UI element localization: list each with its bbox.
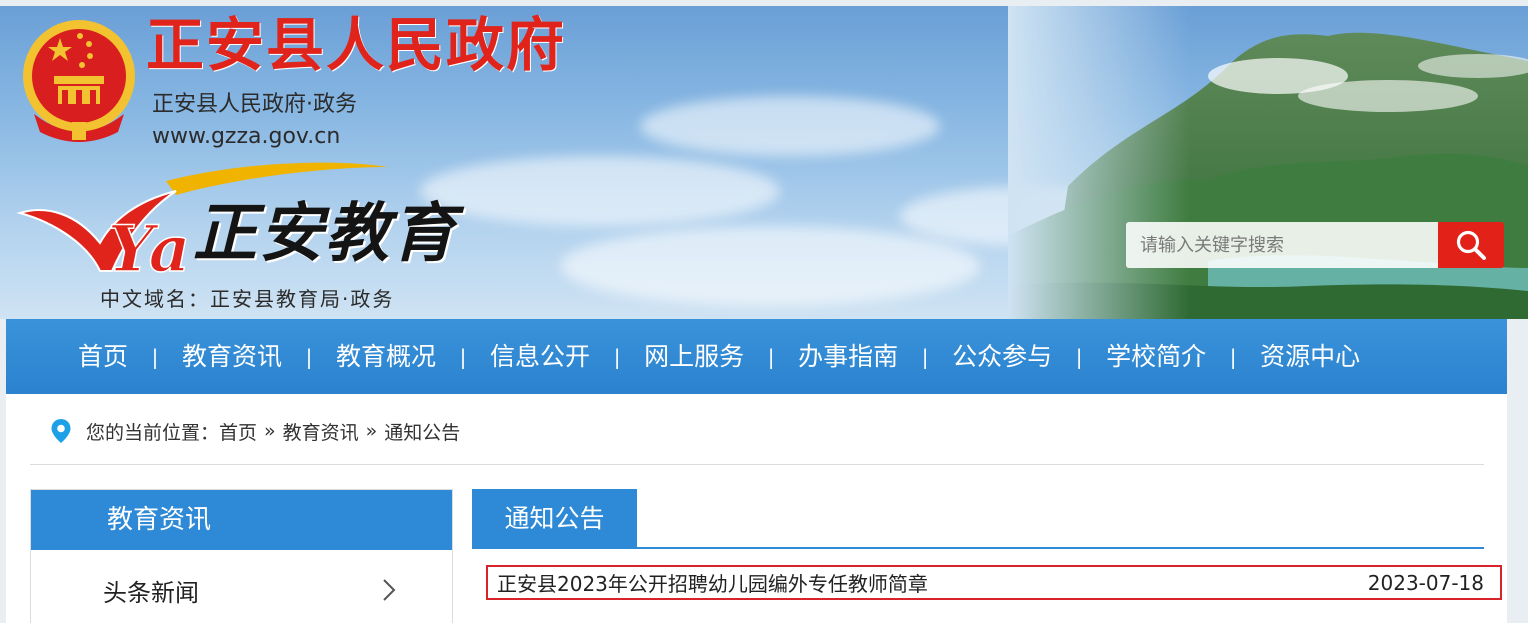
nav-item-online-service[interactable]: 网上服务 bbox=[644, 319, 744, 394]
page: 正安县人民政府 正安县人民政府·政务 www.gzza.gov.cn Ya 正安… bbox=[0, 0, 1528, 623]
gov-subtitle: 正安县人民政府·政务 bbox=[152, 92, 357, 117]
mountain-landscape-image bbox=[1008, 6, 1528, 319]
sidebar-title: 教育资讯 bbox=[31, 490, 452, 550]
national-emblem-icon bbox=[23, 20, 135, 142]
nav-item-home[interactable]: 首页 bbox=[78, 319, 128, 394]
gov-url: www.gzza.gov.cn bbox=[152, 124, 341, 149]
sidebar: 教育资讯 头条新闻 bbox=[30, 489, 453, 623]
main-nav: 首页 | 教育资讯 | 教育概况 | 信息公开 | 网上服务 | 办事指南 | … bbox=[6, 319, 1507, 394]
search-icon bbox=[1456, 230, 1486, 260]
tab-underline bbox=[472, 547, 1484, 549]
search-box bbox=[1126, 222, 1504, 268]
search-input[interactable] bbox=[1126, 222, 1438, 268]
tab-notice[interactable]: 通知公告 bbox=[472, 489, 637, 548]
nav-separator: | bbox=[459, 344, 467, 369]
breadcrumb-prefix: 您的当前位置： bbox=[86, 421, 220, 444]
breadcrumb-notice[interactable]: 通知公告 bbox=[384, 418, 460, 445]
news-title[interactable]: 正安县2023年公开招聘幼儿园编外专任教师简章 bbox=[497, 568, 928, 597]
content-area: 您的当前位置： 首页 » 教育资讯 » 通知公告 教育资讯 头条新闻 通知公告 … bbox=[6, 394, 1507, 623]
nav-separator: | bbox=[767, 344, 775, 369]
nav-separator: | bbox=[921, 344, 929, 369]
nav-item-resource-center[interactable]: 资源中心 bbox=[1260, 319, 1360, 394]
nav-separator: | bbox=[613, 344, 621, 369]
nav-item-public-participation[interactable]: 公众参与 bbox=[952, 319, 1052, 394]
header-banner: 正安县人民政府 正安县人民政府·政务 www.gzza.gov.cn Ya 正安… bbox=[0, 6, 1528, 319]
chevron-right-icon bbox=[383, 579, 396, 601]
edu-title: 正安教育 bbox=[193, 196, 457, 271]
nav-item-school-intro[interactable]: 学校简介 bbox=[1106, 319, 1206, 394]
news-date: 2023-07-18 bbox=[1367, 570, 1484, 595]
breadcrumb-separator: » bbox=[365, 420, 378, 442]
nav-item-edu-overview[interactable]: 教育概况 bbox=[336, 319, 436, 394]
sidebar-item-headline-news[interactable]: 头条新闻 bbox=[31, 550, 452, 623]
nav-item-edu-news[interactable]: 教育资讯 bbox=[182, 319, 282, 394]
location-pin-icon bbox=[51, 419, 71, 443]
nav-item-service-guide[interactable]: 办事指南 bbox=[798, 319, 898, 394]
list-item[interactable]: 正安县2023年公开招聘幼儿园编外专任教师简章 2023-07-18 bbox=[486, 565, 1502, 600]
search-button[interactable] bbox=[1438, 222, 1504, 268]
nav-separator: | bbox=[305, 344, 313, 369]
breadcrumb-home[interactable]: 首页 bbox=[219, 418, 257, 445]
breadcrumb-separator: » bbox=[264, 420, 276, 442]
nav-separator: | bbox=[151, 344, 159, 369]
nav-separator: | bbox=[1075, 344, 1083, 369]
breadcrumb-edu-news[interactable]: 教育资讯 bbox=[283, 418, 359, 445]
gov-title: 正安县人民政府 bbox=[146, 11, 567, 79]
nav-separator: | bbox=[1229, 344, 1237, 369]
nav-item-info-disclosure[interactable]: 信息公开 bbox=[490, 319, 590, 394]
edu-domain: 中文域名：正安县教育局·政务 bbox=[100, 287, 395, 311]
breadcrumb: 您的当前位置： 首页 » 教育资讯 » 通知公告 bbox=[50, 418, 460, 444]
edu-logo-mark: Ya bbox=[108, 212, 190, 286]
breadcrumb-divider bbox=[30, 464, 1484, 465]
sidebar-item-label: 头条新闻 bbox=[103, 578, 199, 607]
notice-panel: 通知公告 正安县2023年公开招聘幼儿园编外专任教师简章 2023-07-18 bbox=[472, 489, 1502, 623]
